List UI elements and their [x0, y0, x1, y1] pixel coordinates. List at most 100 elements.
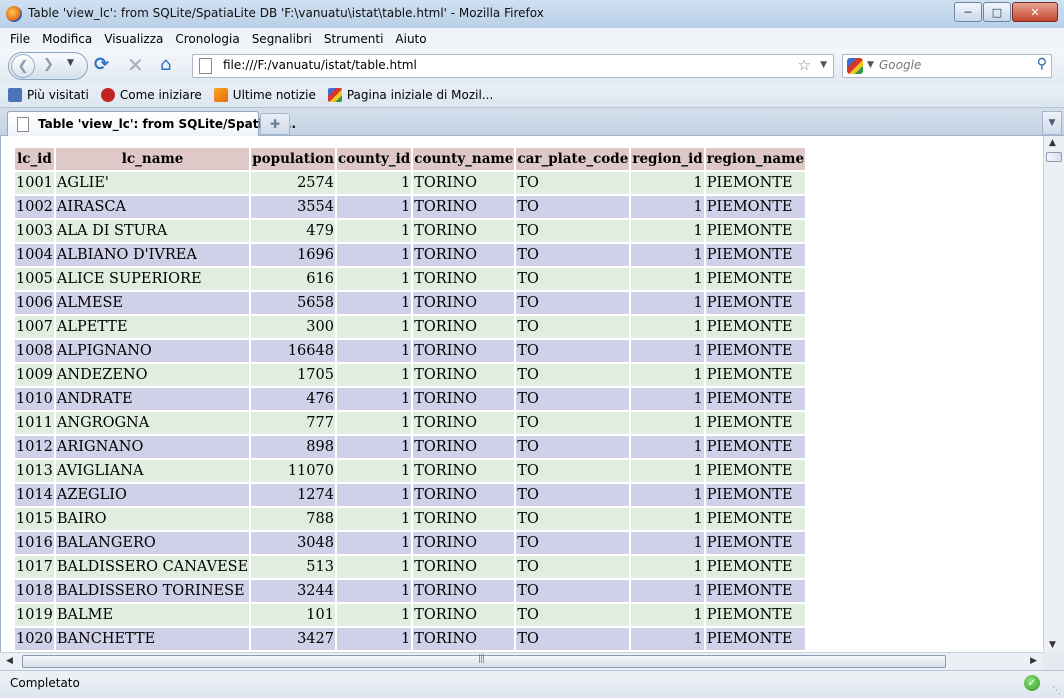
tab-active[interactable]: Table 'view_lc': from SQLite/SpatiaLi...	[7, 111, 296, 136]
cell-county-name: TORINO	[413, 364, 515, 386]
close-button[interactable]: ✕	[1012, 2, 1058, 22]
search-icon[interactable]: ⚲	[1037, 56, 1047, 72]
url-input[interactable]	[223, 57, 783, 73]
cell-region-id: 1	[631, 460, 704, 482]
cell-county-name: TORINO	[413, 412, 515, 434]
cell-region-id: 1	[631, 412, 704, 434]
horizontal-scrollbar[interactable]: ◀ ||| ▶	[0, 652, 1043, 670]
scroll-up-icon[interactable]: ▲	[1049, 138, 1056, 148]
stop-icon[interactable]: ✕	[127, 55, 144, 75]
scroll-down-icon[interactable]: ▼	[1049, 640, 1056, 650]
bookmark-ultime-notizie[interactable]: Ultime notizie	[213, 88, 316, 102]
cell-region-id: 1	[631, 484, 704, 506]
column-header-region-name: region_name	[705, 148, 806, 170]
address-bar[interactable]: ☆ ▼	[192, 54, 834, 78]
table-row: 1012 ARIGNANO 898 1 TORINO TO 1 PIEMONTE	[15, 436, 806, 458]
forward-arrow-icon[interactable]: ❯	[43, 57, 54, 72]
cell-county-id: 1	[336, 316, 412, 338]
google-engine-icon[interactable]	[847, 58, 863, 74]
search-input[interactable]	[879, 57, 1019, 73]
cell-county-name: TORINO	[413, 340, 515, 362]
cell-county-id: 1	[336, 172, 412, 194]
cell-lc-id: 1005	[15, 268, 54, 290]
cell-county-id: 1	[336, 244, 412, 266]
back-arrow-icon[interactable]: ❮	[11, 54, 35, 78]
cell-region-name: PIEMONTE	[705, 172, 806, 194]
cell-county-name: TORINO	[413, 244, 515, 266]
history-dropdown-icon[interactable]: ▼	[67, 58, 74, 68]
vertical-scrollbar[interactable]: ▲ ▼	[1043, 136, 1064, 652]
status-text: Completato	[10, 676, 80, 690]
vertical-scroll-thumb[interactable]	[1046, 152, 1062, 162]
menu-strumenti[interactable]: Strumenti	[318, 32, 390, 46]
menu-cronologia[interactable]: Cronologia	[169, 32, 245, 46]
new-tab-button[interactable]: ✚	[260, 113, 290, 135]
home-icon[interactable]: ⌂	[160, 55, 171, 75]
cell-lc-id: 1016	[15, 532, 54, 554]
bookmark-star-icon[interactable]: ☆	[798, 56, 811, 74]
cell-region-name: PIEMONTE	[705, 436, 806, 458]
menu-aiuto[interactable]: Aiuto	[389, 32, 432, 46]
table-row: 1002 AIRASCA 3554 1 TORINO TO 1 PIEMONTE	[15, 196, 806, 218]
cell-population: 1705	[251, 364, 335, 386]
cell-county-id: 1	[336, 268, 412, 290]
cell-region-id: 1	[631, 220, 704, 242]
cell-population: 513	[251, 556, 335, 578]
menu-modifica[interactable]: Modifica	[36, 32, 98, 46]
cell-lc-id: 1013	[15, 460, 54, 482]
menu-visualizza[interactable]: Visualizza	[98, 32, 169, 46]
cell-region-name: PIEMONTE	[705, 388, 806, 410]
back-forward-group: ❮ ❯ ▼	[8, 52, 88, 80]
bookmark-piu-visitati[interactable]: Più visitati	[8, 88, 89, 102]
url-dropdown-icon[interactable]: ▼	[820, 60, 827, 70]
cell-lc-name: AGLIE'	[55, 172, 250, 194]
scroll-right-icon[interactable]: ▶	[1030, 656, 1037, 666]
maximize-button[interactable]: □	[983, 2, 1011, 22]
cell-car-plate-code: TO	[516, 436, 630, 458]
cell-region-name: PIEMONTE	[705, 508, 806, 530]
menu-file[interactable]: File	[0, 32, 36, 46]
cell-lc-name: ARIGNANO	[55, 436, 250, 458]
cell-lc-name: BALDISSERO TORINESE	[55, 580, 250, 602]
status-bar: Completato ✓ ⋱	[0, 670, 1064, 698]
cell-lc-name: BALME	[55, 604, 250, 626]
table-row: 1006 ALMESE 5658 1 TORINO TO 1 PIEMONTE	[15, 292, 806, 314]
table-row: 1003 ALA DI STURA 479 1 TORINO TO 1 PIEMONTE	[15, 220, 806, 242]
cell-lc-name: BANCHETTE	[55, 628, 250, 650]
cell-region-id: 1	[631, 364, 704, 386]
tab-strip: Table 'view_lc': from SQLite/SpatiaLi...…	[0, 108, 1064, 136]
bookmark-come-iniziare[interactable]: Come iniziare	[100, 88, 202, 102]
cell-region-name: PIEMONTE	[705, 220, 806, 242]
table-row: 1013 AVIGLIANA 11070 1 TORINO TO 1 PIEMONTE	[15, 460, 806, 482]
scroll-left-icon[interactable]: ◀	[6, 656, 13, 666]
engine-dropdown-icon[interactable]: ▼	[867, 60, 874, 70]
page-content: lc_id lc_name population county_id county_na…	[0, 136, 1044, 652]
cell-county-id: 1	[336, 364, 412, 386]
menu-segnalibri[interactable]: Segnalibri	[246, 32, 318, 46]
cell-county-id: 1	[336, 604, 412, 626]
cell-region-name: PIEMONTE	[705, 532, 806, 554]
reload-icon[interactable]: ⟳	[94, 55, 109, 75]
page-icon	[199, 58, 212, 74]
table-row: 1017 BALDISSERO CANAVESE 513 1 TORINO TO 1 PIEM…	[15, 556, 806, 578]
cell-lc-id: 1002	[15, 196, 54, 218]
horizontal-scroll-thumb[interactable]: |||	[22, 654, 946, 668]
cell-lc-id: 1015	[15, 508, 54, 530]
table-row: 1020 BANCHETTE 3427 1 TORINO TO 1 PIEMONTE	[15, 628, 806, 650]
mozilla-start-icon	[327, 88, 342, 102]
cell-population: 300	[251, 316, 335, 338]
search-bar[interactable]: ▼ ⚲	[842, 54, 1052, 78]
cell-region-id: 1	[631, 244, 704, 266]
bookmark-pagina-iniziale[interactable]: Pagina iniziale di Mozil...	[327, 88, 494, 102]
bookmark-label: Pagina iniziale di Mozil...	[346, 88, 494, 102]
cell-county-name: TORINO	[413, 628, 515, 650]
tab-list-dropdown-icon[interactable]: ▼	[1042, 111, 1062, 135]
cell-car-plate-code: TO	[516, 556, 630, 578]
column-header-lc-name: lc_name	[55, 148, 250, 170]
firefox-logo-icon	[6, 6, 22, 22]
resize-grip-icon[interactable]: ⋱	[1052, 686, 1061, 696]
cell-county-name: TORINO	[413, 268, 515, 290]
column-header-county-id: county_id	[336, 148, 412, 170]
cell-lc-id: 1012	[15, 436, 54, 458]
minimize-button[interactable]: ─	[954, 2, 982, 22]
